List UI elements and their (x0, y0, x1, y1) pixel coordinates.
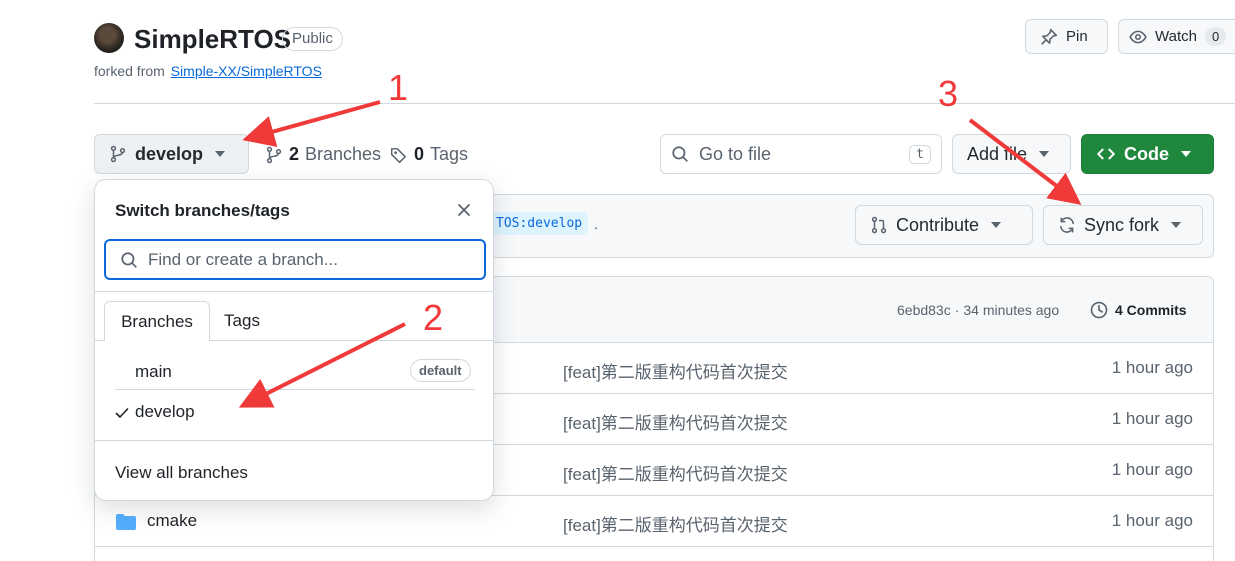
arrow-2 (238, 322, 406, 408)
arrow-3 (968, 118, 1082, 205)
annotation-arrows: 1 2 3 (238, 67, 1082, 408)
annotation-label-2: 2 (423, 297, 443, 338)
annotation-label-1: 1 (388, 67, 408, 108)
annotation-label-3: 3 (938, 73, 958, 114)
arrow-1 (242, 100, 381, 148)
